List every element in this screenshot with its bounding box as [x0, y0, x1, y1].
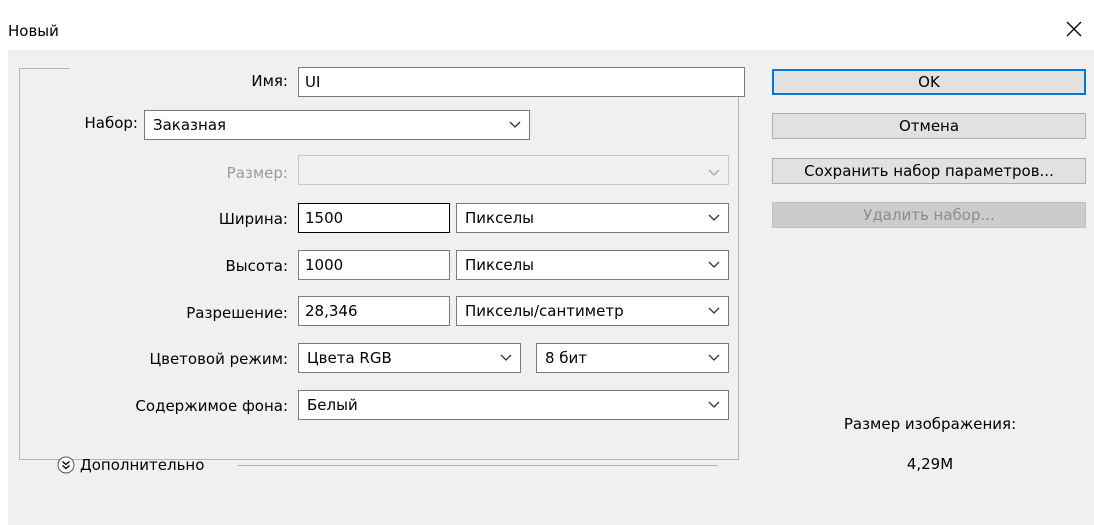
width-field[interactable]: 1500 [298, 203, 450, 233]
ok-button[interactable]: OK [772, 69, 1086, 95]
width-unit-value: Пикселы [465, 209, 534, 227]
save-preset-button[interactable]: Сохранить набор параметров... [772, 158, 1086, 184]
image-size-label: Размер изображения: [843, 415, 1017, 433]
advanced-toggle-label[interactable]: Дополнительно [80, 456, 204, 474]
chevron-down-icon [708, 307, 720, 314]
chevron-down-icon [500, 354, 512, 361]
background-select[interactable]: Белый [298, 390, 729, 420]
close-icon[interactable] [1062, 17, 1086, 41]
height-unit-select[interactable]: Пикселы [456, 250, 729, 280]
advanced-divider [238, 465, 718, 466]
size-label: Размер: [226, 164, 288, 182]
height-label: Высота: [225, 257, 288, 275]
color-mode-value: Цвета RGB [307, 349, 392, 367]
resolution-unit-value: Пикселы/сантиметр [465, 302, 624, 320]
title-bar: Новый [0, 0, 1094, 50]
name-label: Имя: [251, 72, 288, 90]
width-label: Ширина: [218, 210, 288, 228]
image-size-value: 4,29M [906, 455, 954, 473]
resolution-unit-select[interactable]: Пикселы/сантиметр [456, 296, 729, 326]
size-select [298, 155, 729, 185]
preset-value: Заказная [153, 116, 227, 134]
bit-depth-value: 8 бит [545, 349, 588, 367]
chevron-down-icon [708, 401, 720, 408]
chevron-down-icon [708, 261, 720, 268]
background-label: Содержимое фона: [135, 397, 288, 415]
preset-label: Набор: [84, 114, 138, 132]
chevron-down-icon [708, 214, 720, 221]
cancel-button[interactable]: Отмена [772, 113, 1086, 139]
height-field[interactable]: 1000 [298, 250, 450, 280]
background-value: Белый [307, 396, 358, 414]
chevron-down-icon [708, 354, 720, 361]
chevron-down-icon [708, 169, 720, 176]
preset-select[interactable]: Заказная [144, 110, 530, 140]
delete-preset-button: Удалить набор... [772, 202, 1086, 228]
width-unit-select[interactable]: Пикселы [456, 203, 729, 233]
resolution-label: Разрешение: [186, 304, 288, 322]
height-unit-value: Пикселы [465, 256, 534, 274]
color-mode-label: Цветовой режим: [149, 350, 288, 368]
resolution-field[interactable]: 28,346 [298, 296, 450, 326]
name-field[interactable]: UI [298, 67, 745, 97]
bit-depth-select[interactable]: 8 бит [536, 343, 729, 373]
window-title: Новый [8, 22, 59, 40]
color-mode-select[interactable]: Цвета RGB [298, 343, 521, 373]
chevron-down-icon [509, 121, 521, 128]
expand-advanced-icon[interactable] [57, 456, 75, 474]
